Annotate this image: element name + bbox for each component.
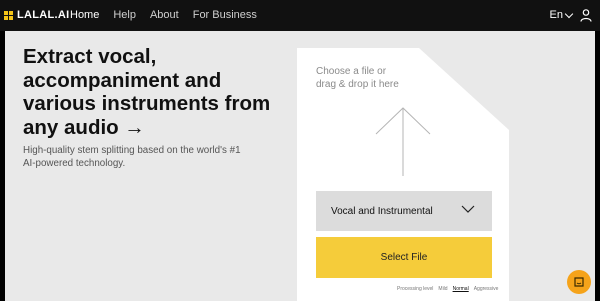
logo-text: LALAL.AI bbox=[17, 9, 70, 21]
hero-subtitle: High-quality stem splitting based on the… bbox=[23, 145, 241, 169]
upload-card[interactable]: Choose a file or drag & drop it here Voc… bbox=[297, 48, 509, 301]
level-option-normal[interactable]: Normal bbox=[453, 286, 469, 292]
language-label: En bbox=[549, 9, 563, 21]
select-file-button[interactable]: Select File bbox=[316, 237, 492, 278]
arrow-up-icon bbox=[375, 107, 431, 176]
logo-mark-icon bbox=[4, 10, 13, 20]
chevron-down-icon bbox=[461, 205, 475, 213]
nav-item-about[interactable]: About bbox=[150, 9, 179, 21]
drop-zone-line-2: drag & drop it here bbox=[316, 79, 399, 90]
main-content: Extract vocal, accompaniment and various… bbox=[5, 31, 595, 301]
select-file-label: Select File bbox=[380, 252, 428, 263]
stem-type-value: Vocal and Instrumental bbox=[331, 205, 433, 217]
drop-zone-line-1: Choose a file or bbox=[316, 66, 387, 77]
top-navigation-bar: LALAL.AI Home Help About For Business En bbox=[0, 0, 600, 31]
logo[interactable]: LALAL.AI bbox=[4, 8, 70, 22]
user-icon[interactable] bbox=[580, 9, 592, 22]
nav-item-help[interactable]: Help bbox=[113, 9, 136, 21]
processing-level-label: Processing level bbox=[397, 286, 434, 292]
nav-item-for-business[interactable]: For Business bbox=[193, 9, 257, 21]
language-selector[interactable]: En bbox=[549, 9, 574, 21]
processing-level-selector: Processing level Mild Normal Aggressive bbox=[397, 286, 503, 292]
chevron-down-icon bbox=[564, 9, 574, 18]
chat-button[interactable] bbox=[567, 270, 591, 294]
main-nav: Home Help About For Business bbox=[70, 9, 271, 21]
stem-type-select[interactable]: Vocal and Instrumental bbox=[316, 191, 492, 231]
level-option-mild[interactable]: Mild bbox=[438, 286, 447, 292]
chat-icon bbox=[574, 277, 584, 287]
hero-title: Extract vocal, accompaniment and various… bbox=[23, 45, 271, 139]
nav-item-home[interactable]: Home bbox=[70, 9, 99, 21]
drop-zone-text: Choose a file or drag & drop it here bbox=[316, 65, 399, 91]
level-option-aggressive[interactable]: Aggressive bbox=[474, 286, 499, 292]
